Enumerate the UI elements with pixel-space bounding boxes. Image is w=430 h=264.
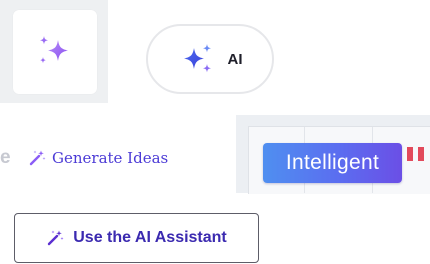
intelligent-badge[interactable]: Intelligent — [263, 143, 402, 183]
sparkle-icon — [183, 44, 211, 73]
use-ai-assistant-label: Use the AI Assistant — [73, 229, 227, 246]
red-marker — [407, 147, 413, 161]
sparkle-icon — [40, 36, 68, 64]
sparkle-tile-button[interactable] — [13, 10, 97, 94]
screenshot-canvas: AI e Generate Ideas Intelligent Use the … — [0, 0, 430, 264]
magic-wand-icon — [29, 150, 46, 166]
red-marker — [418, 147, 424, 161]
magic-wand-icon — [48, 230, 64, 246]
clipped-text-fragment: e — [0, 147, 11, 168]
ai-button[interactable]: AI — [146, 24, 274, 94]
use-ai-assistant-button[interactable]: Use the AI Assistant — [14, 213, 259, 263]
generate-ideas-link[interactable]: Generate Ideas — [28, 149, 168, 167]
ai-button-label: AI — [227, 50, 243, 68]
generate-ideas-label: Generate Ideas — [52, 149, 169, 167]
